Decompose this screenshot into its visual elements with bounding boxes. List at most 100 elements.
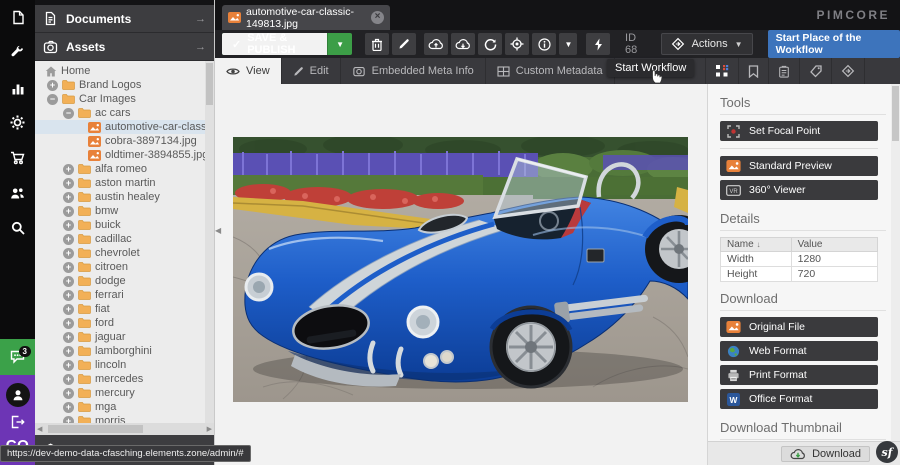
tree-item-folder[interactable]: +citroen xyxy=(35,260,214,274)
search-rail-button[interactable] xyxy=(0,210,35,245)
tree-item-folder[interactable]: +austin healey xyxy=(35,190,214,204)
tree-item-folder[interactable]: +ford xyxy=(35,316,214,330)
reload-button[interactable] xyxy=(478,33,502,55)
collapse-tree-icon[interactable]: ◀ xyxy=(215,226,221,235)
documents-rail-button[interactable] xyxy=(0,0,35,35)
tree-item-folder[interactable]: +aston martin xyxy=(35,176,214,190)
settings-rail-button[interactable] xyxy=(0,105,35,140)
download-asset-button[interactable] xyxy=(451,33,475,55)
tree-item-folder[interactable]: +mga xyxy=(35,400,214,414)
tree-horizontal-scrollbar[interactable]: ◀ ▶ xyxy=(35,423,214,435)
expand-icon[interactable]: + xyxy=(63,374,74,385)
expand-icon[interactable]: + xyxy=(63,388,74,399)
viewer-360-button[interactable]: VR 360° Viewer xyxy=(720,180,878,200)
asset-editor-tab[interactable]: automotive-car-classic-149813.jpg × xyxy=(222,5,390,30)
scroll-left-arrow-icon[interactable]: ◀ xyxy=(37,425,42,433)
tab-workflow-colored[interactable] xyxy=(706,58,739,84)
tree-item-asset[interactable]: oldtimer-3894855.jpg xyxy=(35,148,214,162)
ecommerce-rail-button[interactable] xyxy=(0,140,35,175)
assets-panel-header[interactable]: Assets → xyxy=(35,33,214,61)
logout-icon[interactable] xyxy=(10,415,25,429)
users-rail-button[interactable] xyxy=(0,175,35,210)
scrollbar-thumb[interactable] xyxy=(206,63,213,105)
expand-icon[interactable]: + xyxy=(63,206,74,217)
tree-item-folder[interactable]: +mercury xyxy=(35,386,214,400)
panel-scrollbar[interactable] xyxy=(891,84,900,465)
print-format-button[interactable]: Print Format xyxy=(720,365,878,385)
tree-vertical-scrollbar[interactable] xyxy=(205,61,214,423)
clear-thumbnails-button[interactable] xyxy=(586,33,610,55)
tree-item-folder[interactable]: +ferrari xyxy=(35,288,214,302)
focal-point-button[interactable] xyxy=(505,33,529,55)
expand-icon[interactable]: + xyxy=(63,178,74,189)
expand-icon[interactable]: + xyxy=(63,318,74,329)
tree-item-folder[interactable]: −Car Images xyxy=(35,92,214,106)
scrollbar-thumb[interactable] xyxy=(48,425,143,433)
collapse-icon[interactable]: − xyxy=(63,108,74,119)
expand-icon[interactable]: + xyxy=(63,248,74,259)
tree-item-folder[interactable]: +cadillac xyxy=(35,232,214,246)
tree-item-folder[interactable]: +dodge xyxy=(35,274,214,288)
save-publish-button[interactable]: ✓SAVE & PUBLISH ▼ xyxy=(222,33,352,55)
tree-item-folder[interactable]: −ac cars xyxy=(35,106,214,120)
collapse-icon[interactable]: − xyxy=(47,94,58,105)
tree-item-folder[interactable]: +Brand Logos xyxy=(35,78,214,92)
tree-item-selected-asset[interactable]: automotive-car-classic-14 xyxy=(35,120,214,134)
office-format-button[interactable]: W Office Format xyxy=(720,389,878,409)
tree-item-folder[interactable]: +jaguar xyxy=(35,330,214,344)
documents-panel-header[interactable]: Documents → xyxy=(35,5,214,33)
info-button[interactable] xyxy=(532,33,556,55)
rename-button[interactable] xyxy=(392,33,416,55)
tab-view[interactable]: View xyxy=(215,58,282,84)
expand-icon[interactable]: + xyxy=(63,290,74,301)
download-button[interactable]: Download xyxy=(781,446,870,462)
open-panel-arrow-icon[interactable]: → xyxy=(195,13,206,25)
scrollbar-thumb[interactable] xyxy=(892,86,899,141)
tree-item-folder[interactable]: +buick xyxy=(35,218,214,232)
expand-icon[interactable]: + xyxy=(63,276,74,287)
expand-icon[interactable]: + xyxy=(63,262,74,273)
expand-icon[interactable]: + xyxy=(63,304,74,315)
user-avatar[interactable] xyxy=(6,383,30,407)
tab-schedule[interactable] xyxy=(769,58,800,84)
tree-item-folder[interactable]: +fiat xyxy=(35,302,214,316)
set-focal-point-button[interactable]: Set Focal Point xyxy=(720,121,878,141)
tab-embedded-meta-info[interactable]: Embedded Meta Info xyxy=(341,58,486,84)
tab-edit[interactable]: Edit xyxy=(282,58,341,84)
expand-icon[interactable]: + xyxy=(63,360,74,371)
expand-icon[interactable]: + xyxy=(63,332,74,343)
expand-icon[interactable]: + xyxy=(63,234,74,245)
asset-preview-image[interactable] xyxy=(233,137,688,402)
details-col-value[interactable]: Value xyxy=(791,238,877,252)
expand-icon[interactable]: + xyxy=(63,164,74,175)
tree-item-folder[interactable]: +lamborghini xyxy=(35,344,214,358)
tree-item-folder[interactable]: +bmw xyxy=(35,204,214,218)
tools-rail-button[interactable] xyxy=(0,35,35,70)
scroll-right-arrow-icon[interactable]: ▶ xyxy=(207,425,212,433)
save-caret-icon[interactable]: ▼ xyxy=(327,33,352,55)
tree-item-folder[interactable]: +lincoln xyxy=(35,358,214,372)
delete-button[interactable] xyxy=(365,33,389,55)
tab-workflow[interactable] xyxy=(832,58,865,84)
tab-tags[interactable] xyxy=(800,58,832,84)
standard-preview-button[interactable]: Standard Preview xyxy=(720,156,878,176)
expand-icon[interactable]: + xyxy=(63,192,74,203)
open-panel-arrow-icon[interactable]: → xyxy=(195,41,206,53)
tab-versions[interactable] xyxy=(739,58,769,84)
upload-button[interactable] xyxy=(424,33,448,55)
tree-item-folder[interactable]: +mercedes xyxy=(35,372,214,386)
details-col-name[interactable]: Name ↓ xyxy=(721,238,792,252)
info-caret-button[interactable]: ▼ xyxy=(559,33,577,55)
web-format-button[interactable]: Web Format xyxy=(720,341,878,361)
tree-item-folder[interactable]: +alfa romeo xyxy=(35,162,214,176)
expand-icon[interactable]: + xyxy=(63,346,74,357)
tree-item-asset[interactable]: cobra-3897134.jpg xyxy=(35,134,214,148)
close-icon[interactable]: × xyxy=(371,11,384,24)
expand-icon[interactable]: + xyxy=(63,402,74,413)
expand-icon[interactable]: + xyxy=(63,416,74,424)
reports-rail-button[interactable] xyxy=(0,70,35,105)
original-file-button[interactable]: Original File xyxy=(720,317,878,337)
tree-item-folder[interactable]: +chevrolet xyxy=(35,246,214,260)
actions-button[interactable]: Actions ▼ xyxy=(661,33,753,55)
symfony-profiler-icon[interactable]: sf xyxy=(876,441,898,463)
